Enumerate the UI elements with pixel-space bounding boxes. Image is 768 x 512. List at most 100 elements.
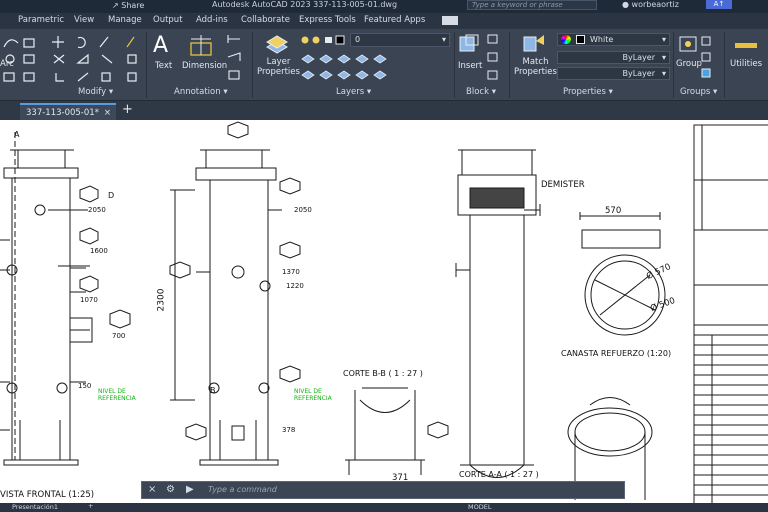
command-input[interactable]: Type a command	[208, 484, 618, 496]
user-account[interactable]: ● worbeaortiz	[622, 0, 679, 9]
chevron-down-icon: ▾	[441, 35, 446, 44]
tab-add-ins[interactable]: Add-ins	[196, 15, 228, 25]
dimension-1070: 1070	[80, 296, 98, 304]
vessel-1-body	[11, 177, 71, 461]
chevron-down-icon: ▾	[661, 53, 666, 62]
groups-panel-title[interactable]: Groups ▾	[680, 87, 717, 97]
section-mark-b: B	[210, 386, 216, 395]
dimension-1600: 1600	[90, 247, 108, 255]
title-bar: ↗ Share Autodesk AutoCAD 2023 337-113-00…	[0, 0, 768, 13]
block-small-icons[interactable]	[486, 33, 500, 85]
share-label: Share	[121, 1, 145, 10]
dimension-icon	[190, 35, 212, 56]
ribbon-separator	[724, 32, 725, 98]
share-button[interactable]: ↗ Share	[112, 1, 144, 10]
insert-button[interactable]: Insert	[458, 61, 482, 71]
ribbon-panel: Arc Modify ▾ A Text Dimension Annotation…	[0, 29, 768, 101]
username: worbeaortiz	[631, 0, 679, 9]
color-wheel-icon	[561, 35, 571, 44]
linetype-dropdown[interactable]: ByLayer ▾	[557, 51, 670, 64]
chevron-down-icon: ▾	[661, 69, 666, 78]
vessel-3-body	[469, 214, 525, 466]
dimension-1220: 1220	[286, 282, 304, 290]
modify-panel-title[interactable]: Modify ▾	[78, 87, 113, 97]
group-icon	[679, 36, 711, 78]
match-properties-icon	[523, 35, 544, 52]
layout-tab[interactable]: Presentación1	[12, 503, 58, 511]
tab-manage[interactable]: Manage	[108, 15, 142, 25]
properties-panel-title[interactable]: Properties ▾	[563, 87, 613, 97]
dimension-150: 150	[78, 382, 92, 390]
color-swatch-icon	[576, 35, 585, 44]
dimension-2300: 2300	[156, 288, 167, 312]
command-line: × ⚙ ▶ Type a command	[141, 481, 625, 499]
utilities-icon	[735, 43, 757, 48]
tab-parametric[interactable]: Parametric	[18, 15, 64, 25]
dimension-2050-mid: 2050	[294, 206, 312, 214]
tab-collaborate[interactable]: Collaborate	[241, 15, 290, 25]
text-button[interactable]: Text	[155, 61, 172, 71]
document-tab[interactable]: 337-113-005-01* ×	[20, 103, 116, 120]
modify-tools-icons[interactable]	[2, 33, 142, 85]
new-tab-button[interactable]: +	[122, 102, 133, 117]
group-button[interactable]: Group	[676, 59, 702, 69]
text-icon: A	[153, 33, 169, 58]
lineweight-dropdown[interactable]: ByLayer ▾	[557, 67, 670, 80]
ribbon-separator	[673, 32, 674, 98]
layers-panel-title[interactable]: Layers ▾	[336, 87, 371, 97]
linetype-value: ByLayer	[622, 53, 655, 62]
close-icon[interactable]: ×	[148, 484, 156, 495]
nivel-referencia-left: NIVEL DE REFERENCIA	[98, 388, 136, 402]
autocad-window: ↗ Share Autodesk AutoCAD 2023 337-113-00…	[0, 0, 768, 512]
close-icon[interactable]: ×	[104, 105, 111, 121]
dimension-2050-left: 2050	[88, 206, 106, 214]
document-tab-label: 337-113-005-01*	[26, 108, 99, 118]
section-mark-d: D	[108, 191, 115, 200]
vista-frontal-label: VISTA FRONTAL (1:25)	[0, 490, 95, 500]
corte-bb-label: CORTE B-B ( 1 : 27 )	[343, 369, 423, 378]
ribbon-toggle-button[interactable]	[442, 16, 458, 25]
customize-wrench-icon[interactable]: ⚙	[166, 484, 175, 495]
ribbon-tab-bar: Parametric View Manage Output Add-ins Co…	[0, 13, 768, 29]
status-bar: Presentación1 + MODEL	[0, 502, 768, 512]
model-space-button[interactable]: MODEL	[468, 503, 491, 511]
share-icon: ↗	[112, 1, 122, 10]
current-layer-value: 0	[355, 35, 361, 44]
window-title: Autodesk AutoCAD 2023 337-113-005-01.dwg	[212, 0, 398, 9]
tab-output[interactable]: Output	[153, 15, 183, 25]
ribbon-separator	[509, 32, 510, 98]
ribbon-separator	[252, 32, 253, 98]
layer-dropdown[interactable]: 0 ▾	[350, 33, 450, 47]
dimension-378: 378	[282, 426, 296, 434]
annotation-small-icons[interactable]	[226, 33, 244, 83]
document-tab-bar: 337-113-005-01* × +	[0, 101, 768, 120]
color-value: White	[590, 35, 614, 44]
recent-commands-icon[interactable]: ▶	[186, 484, 194, 495]
corte-aa-label: CORTE A-A ( 1 : 27 )	[459, 470, 539, 479]
lineweight-value: ByLayer	[622, 69, 655, 78]
user-icon: ●	[622, 0, 632, 9]
annotation-panel-title[interactable]: Annotation ▾	[174, 87, 228, 97]
tab-view[interactable]: View	[74, 15, 94, 25]
drawing-canvas[interactable]: A D B 2050 1600 1070 700 150 2050 1370 1…	[0, 120, 768, 503]
insert-block-icon	[459, 34, 479, 52]
color-dropdown[interactable]: White ▾	[557, 33, 670, 46]
layer-properties-button[interactable]: Layer Properties	[257, 57, 300, 77]
dimension-570-top: 570	[605, 206, 622, 216]
layer-tool-icons[interactable]	[300, 51, 390, 87]
utilities-button[interactable]: Utilities	[730, 59, 762, 69]
add-layout-button[interactable]: +	[88, 502, 93, 510]
dimension-1370: 1370	[282, 268, 300, 276]
autodesk-app-button[interactable]: A↑	[706, 0, 732, 9]
section-mark-a: A	[14, 130, 20, 139]
tab-express-tools[interactable]: Express Tools	[299, 15, 356, 25]
nivel-referencia-mid: NIVEL DE REFERENCIA	[294, 388, 332, 402]
layer-properties-icon	[266, 35, 288, 54]
match-properties-button[interactable]: Match Properties	[514, 57, 557, 77]
search-input[interactable]: Type a keyword or phrase	[467, 0, 597, 10]
block-panel-title[interactable]: Block ▾	[466, 87, 496, 97]
ribbon-separator	[146, 32, 147, 98]
dimension-700: 700	[112, 332, 126, 340]
tab-featured-apps[interactable]: Featured Apps	[364, 15, 425, 25]
dimension-button[interactable]: Dimension	[182, 61, 227, 71]
